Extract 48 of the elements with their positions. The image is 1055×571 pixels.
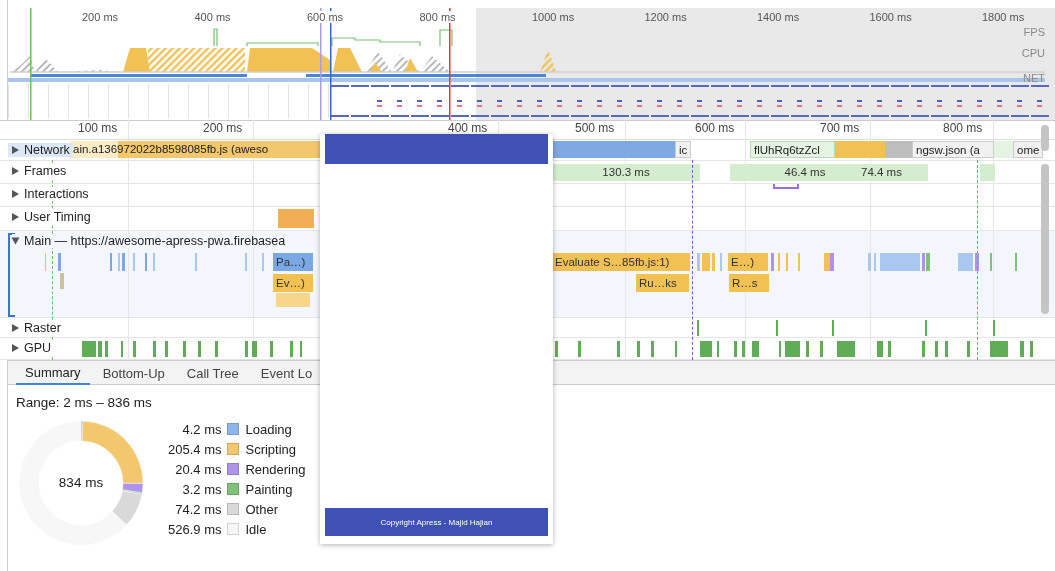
category-label: Idle (245, 521, 268, 537)
request-bar: ain.a136972022b8598085fb.js (aweso (70, 141, 320, 158)
app-footer-bar: Copyright Apress - Majid Hajian (325, 508, 548, 536)
category-label: Rendering (245, 461, 306, 477)
time-tick-label: 600 ms (695, 121, 735, 135)
frame-bar: 74.4 ms (835, 164, 928, 181)
time-tick-label: 500 ms (575, 121, 615, 135)
category-label: Scripting (245, 441, 298, 457)
lane-label: FPS (1023, 26, 1045, 38)
time-tick-label: 600 ms (305, 11, 346, 23)
category-label: Painting (245, 481, 294, 497)
category-label: Loading (245, 421, 293, 437)
time-tick-label: 400 ms (192, 11, 233, 23)
flame-bar: Evaluate S…85fb.js:1) (552, 253, 690, 271)
lane-label: CPU (1021, 47, 1045, 59)
time-value: 3.2 ms (181, 481, 222, 497)
total-time-label: 834 ms (58, 475, 104, 490)
request-bar: ome (1013, 141, 1043, 158)
time-tick-label: 400 ms (448, 121, 488, 135)
time-value: 526.9 ms (168, 521, 222, 537)
time-value: 20.4 ms (174, 461, 222, 477)
time-tick-label: 800 ms (943, 121, 983, 135)
request-bar: flUhRq6tzZcl (750, 141, 835, 158)
request-bar: ic (675, 141, 691, 158)
time-tick-label: 1600 ms (868, 11, 913, 23)
time-tick-label: 700 ms (820, 121, 860, 135)
flame-bar: Pa…) (273, 253, 313, 271)
flame-bar: Ru…ks (636, 274, 689, 292)
time-tick-label: 1800 ms (981, 11, 1026, 23)
lane-label: NET (1023, 72, 1045, 84)
time-tick-label: 100 ms (78, 121, 118, 135)
frame-bar: 46.4 ms (775, 164, 835, 181)
time-tick-label: 1000 ms (531, 11, 576, 23)
time-tick-label: 200 ms (80, 11, 121, 23)
time-tick-label: 200 ms (203, 121, 243, 135)
frame-bar: 130.3 ms (552, 164, 700, 181)
flame-bar: E…) (728, 253, 768, 271)
category-label: Other (245, 501, 279, 517)
time-value: 74.2 ms (174, 501, 222, 517)
time-value: 4.2 ms (181, 421, 222, 437)
range-label: Range: 2 ms – 836 ms (16, 395, 153, 410)
time-tick-label: 800 ms (417, 11, 458, 23)
flame-bar: R…s (729, 274, 769, 292)
time-tick-label: 1200 ms (643, 11, 688, 23)
flame-bar: Ev…) (273, 274, 313, 292)
request-bar: ngsw.json (a (912, 141, 994, 158)
time-value: 205.4 ms (168, 441, 222, 457)
time-tick-label: 1400 ms (756, 11, 801, 23)
